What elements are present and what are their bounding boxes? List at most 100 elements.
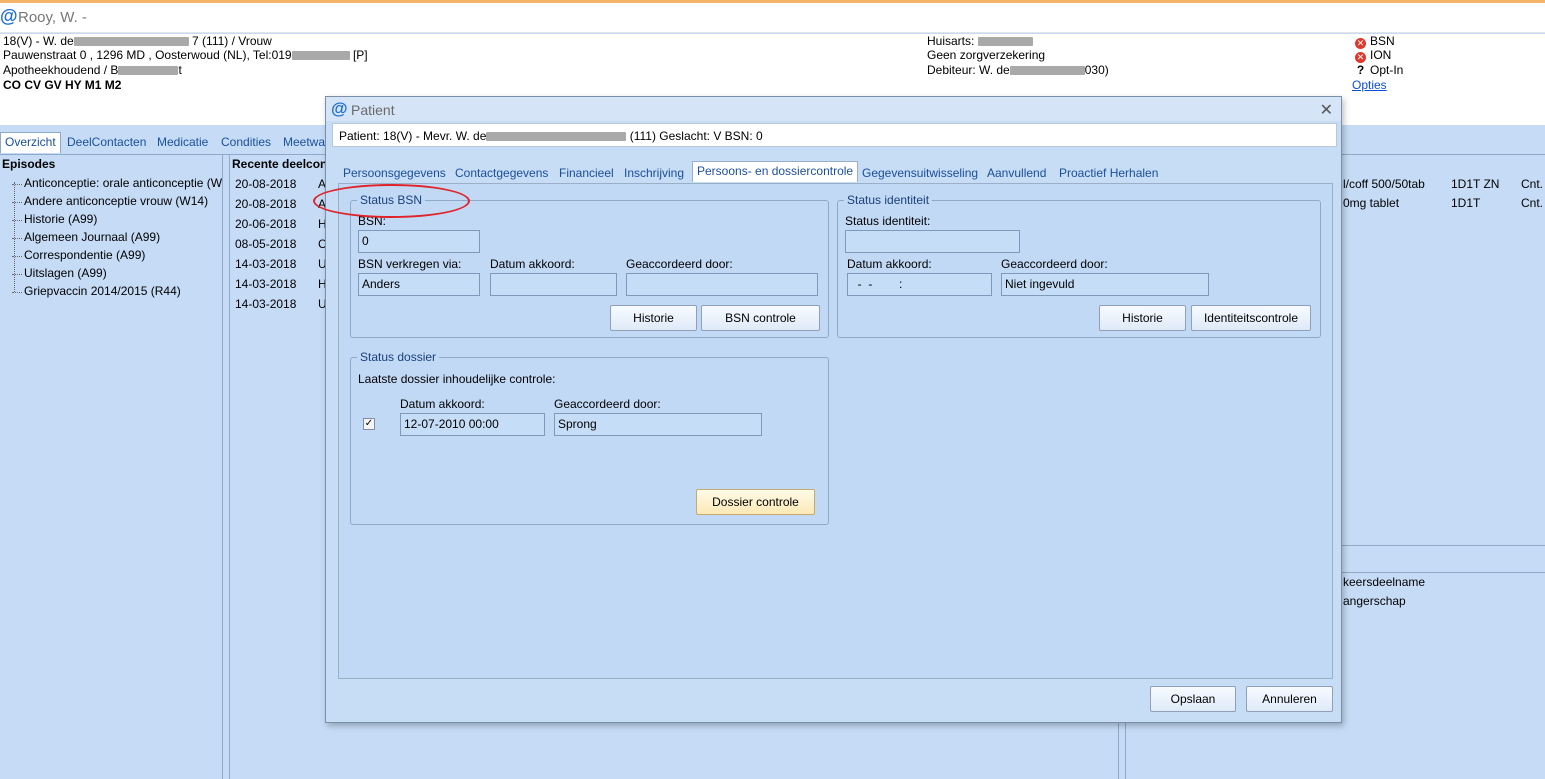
redacted-block: [73, 37, 189, 47]
bsn-verkregen-field[interactable]: Anders: [358, 273, 480, 296]
bsn-door-label: Geaccordeerd door:: [626, 257, 733, 271]
bsn-datum-field[interactable]: [490, 273, 617, 296]
tab-medicatie[interactable]: Medicatie: [157, 135, 208, 149]
bsn-field[interactable]: 0: [358, 230, 480, 253]
bsn-historie-button[interactable]: Historie: [610, 305, 697, 331]
dossier-datum-field[interactable]: 12-07-2010 00:00: [400, 413, 545, 436]
huisarts-label: Huisarts:: [927, 34, 975, 48]
recent-row-date[interactable]: 14-03-2018: [235, 297, 296, 311]
status-bsn[interactable]: ✕ BSN: [1355, 34, 1395, 49]
debiteur-suffix: 030): [1084, 63, 1109, 77]
dialog-title: Patient: [351, 102, 395, 118]
episode-item[interactable]: Uitslagen (A99): [12, 266, 107, 280]
identiteit-door-label: Geaccordeerd door:: [1001, 257, 1108, 271]
recent-row-date[interactable]: 08-05-2018: [235, 237, 296, 251]
dialog-patient-info: Patient: 18(V) - Mevr. W. de (111) Gesla…: [339, 129, 763, 143]
status-bsn-label: BSN: [1370, 34, 1395, 48]
close-icon[interactable]: ✕: [1320, 100, 1333, 120]
redacted-block: [977, 37, 1033, 47]
identiteit-datum-field[interactable]: - - :: [847, 273, 992, 296]
tab-persoons-dossiercontrole[interactable]: Persoons- en dossiercontrole: [692, 161, 859, 182]
medication-name[interactable]: l/coff 500/50tab: [1343, 177, 1425, 191]
episode-label: Correspondentie (A99): [24, 248, 146, 262]
opslaan-button[interactable]: Opslaan: [1150, 686, 1236, 712]
recent-row-date[interactable]: 20-06-2018: [235, 217, 296, 231]
episode-label: Historie (A99): [24, 212, 98, 226]
episode-item[interactable]: Historie (A99): [12, 212, 97, 226]
episodes-panel: Episodes Anticonceptie: orale anticoncep…: [2, 155, 223, 779]
episode-item[interactable]: Griepvaccin 2014/2015 (R44): [12, 284, 181, 298]
debiteur-prefix: Debiteur: W. de: [927, 63, 1010, 77]
bsn-door-field[interactable]: [626, 273, 818, 296]
header-line-1-suffix: 7 (111) / Vrouw: [192, 34, 272, 48]
medication-name[interactable]: 0mg tablet: [1343, 196, 1399, 210]
tab-condities[interactable]: Condities: [221, 135, 271, 149]
tab-meetwaarden[interactable]: Meetwa: [283, 135, 325, 149]
dossier-door-field[interactable]: Sprong: [554, 413, 762, 436]
status-dossier-legend: Status dossier: [357, 350, 440, 364]
identiteit-status-field[interactable]: [845, 230, 1020, 253]
dialog-patient-suffix: (111) Geslacht: V BSN: 0: [629, 129, 763, 143]
medication-dose: 1D1T: [1451, 196, 1481, 210]
bsn-datum-label: Datum akkoord:: [490, 257, 575, 271]
episode-item[interactable]: Correspondentie (A99): [12, 248, 145, 262]
dialog-body: Status BSN BSN: 0 BSN verkregen via: And…: [338, 183, 1333, 679]
status-identiteit-group: Status identiteit Status identiteit: Dat…: [837, 193, 1321, 338]
tab-proactief-herhalen[interactable]: Proactief Herhalen: [1059, 166, 1158, 180]
dossier-door-label: Geaccordeerd door:: [554, 397, 661, 411]
header-line-2: Pauwenstraat 0 , 1296 MD , Oosterwoud (N…: [3, 48, 368, 62]
redacted-block: [118, 66, 179, 76]
main-title-bar: @ Rooy, W. -: [0, 3, 1545, 33]
app-at-icon: @: [0, 6, 18, 26]
identiteit-historie-button[interactable]: Historie: [1099, 305, 1186, 331]
status-ion[interactable]: ✕ ION: [1355, 48, 1391, 63]
redacted-block: [486, 132, 627, 142]
identiteit-door-field[interactable]: Niet ingevuld: [1001, 273, 1209, 296]
identiteit-status-label: Status identiteit:: [845, 214, 931, 228]
tab-gegevensuitwisseling[interactable]: Gegevensuitwisseling: [862, 166, 978, 180]
identiteit-datum-label: Datum akkoord:: [847, 257, 932, 271]
dossier-checkbox[interactable]: ✓: [363, 418, 375, 430]
tab-overzicht[interactable]: Overzicht: [0, 132, 61, 153]
tab-aanvullend[interactable]: Aanvullend: [987, 166, 1046, 180]
episode-label: Anticonceptie: orale anticonceptie (W: [24, 176, 223, 190]
opties-link[interactable]: Opties: [1352, 78, 1387, 92]
header-line-2-prefix: Pauwenstraat 0 , 1296 MD , Oosterwoud (N…: [3, 48, 292, 62]
tab-deelcontacten[interactable]: DeelContacten: [67, 135, 146, 149]
right-lower-item: angerschap: [1343, 594, 1406, 608]
status-opt-in[interactable]: ? Opt-In: [1355, 63, 1404, 77]
annuleren-button[interactable]: Annuleren: [1246, 686, 1333, 712]
episodes-title: Episodes: [2, 157, 56, 171]
tab-contactgegevens[interactable]: Contactgegevens: [455, 166, 548, 180]
tab-persoonsgegevens[interactable]: Persoonsgegevens: [343, 166, 446, 180]
redacted-block: [291, 51, 350, 61]
recent-title: Recente deelcont: [232, 157, 332, 171]
medication-extra: Cnt.: [1521, 196, 1544, 210]
episode-item[interactable]: Andere anticonceptie vrouw (W14): [12, 194, 208, 208]
episode-item[interactable]: Anticonceptie: orale anticonceptie (W: [12, 176, 222, 190]
question-icon: ?: [1356, 63, 1365, 77]
redacted-block: [1009, 66, 1085, 76]
dossier-controle-button[interactable]: Dossier controle: [696, 489, 815, 515]
right-lower-item: keersdeelname: [1343, 575, 1426, 589]
status-identiteit-legend: Status identiteit: [844, 193, 933, 207]
status-dossier-group: Status dossier Laatste dossier inhoudeli…: [350, 350, 829, 525]
dossier-laatste-label: Laatste dossier inhoudelijke controle:: [358, 372, 556, 386]
bsn-controle-button[interactable]: BSN controle: [701, 305, 820, 331]
episode-item[interactable]: Algemeen Journaal (A99): [12, 230, 160, 244]
medication-extra: Cnt.: [1521, 177, 1544, 191]
tab-financieel[interactable]: Financieel: [559, 166, 614, 180]
debiteur: Debiteur: W. de 030): [927, 63, 1109, 77]
recent-row-date[interactable]: 14-03-2018: [235, 257, 296, 271]
bsn-verkregen-label: BSN verkregen via:: [358, 257, 462, 271]
error-icon: ✕: [1355, 52, 1366, 63]
recent-row-date[interactable]: 14-03-2018: [235, 277, 296, 291]
identiteitscontrole-button[interactable]: Identiteitscontrole: [1191, 305, 1311, 331]
episode-label: Uitslagen (A99): [24, 266, 107, 280]
dialog-title-bar: @ Patient ✕: [326, 97, 1341, 121]
recent-row-date[interactable]: 20-08-2018: [235, 177, 296, 191]
tab-inschrijving[interactable]: Inschrijving: [624, 166, 684, 180]
status-ion-label: ION: [1370, 48, 1392, 62]
header-line-3: Apotheekhoudend / B t: [3, 63, 182, 77]
recent-row-date[interactable]: 20-08-2018: [235, 197, 296, 211]
